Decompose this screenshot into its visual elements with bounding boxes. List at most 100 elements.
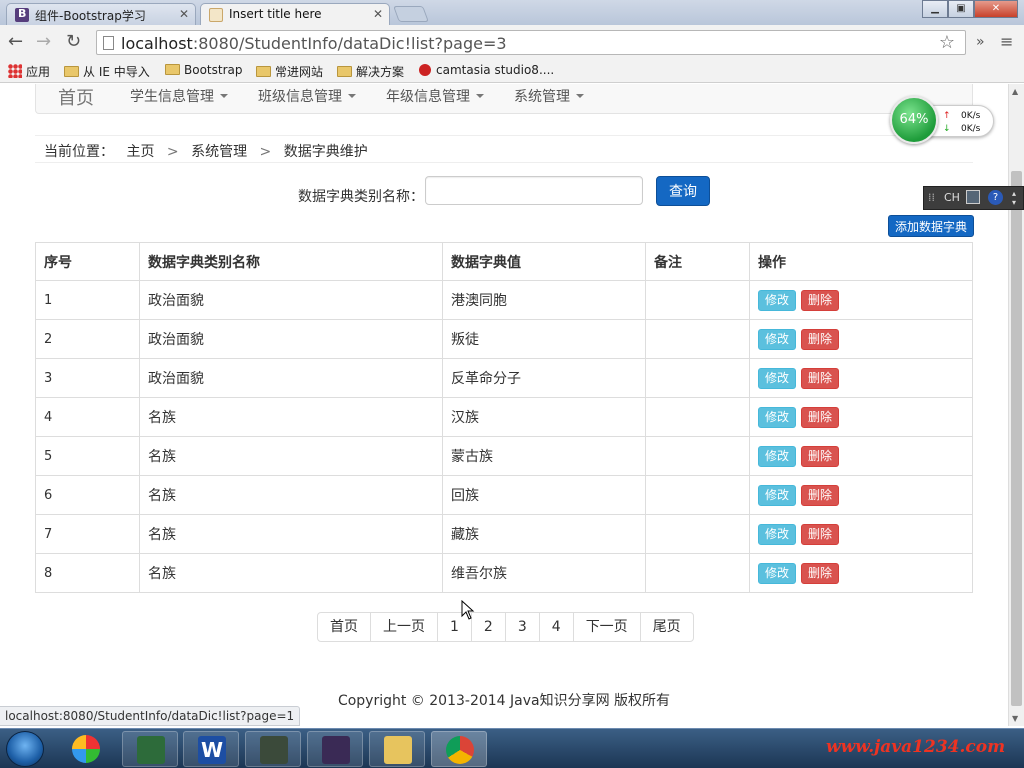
taskbar-item-chrome[interactable] [431,731,487,767]
page-2[interactable]: 2 [470,612,506,642]
url-text[interactable]: localhost:8080/StudentInfo/dataDic!list?… [121,34,507,53]
ime-options-icon[interactable]: ▴ ▾ [1012,189,1016,207]
tab-close-icon[interactable]: ✕ [373,7,383,21]
delete-button[interactable]: 删除 [801,484,839,506]
ime-toolbar: ⁞⁞ CH ? ▴ ▾ [923,186,1024,210]
search-input[interactable] [425,176,643,205]
breadcrumb-current: 数据字典维护 [283,144,368,160]
edit-button[interactable]: 修改 [758,367,796,389]
download-speed: 0K/s [961,124,981,134]
delete-button[interactable]: 删除 [801,445,839,467]
breadcrumb-home[interactable]: 主页 [126,144,154,160]
edit-button[interactable]: 修改 [758,289,796,311]
scroll-up-icon[interactable]: ▲ [1012,87,1018,96]
eclipse-ee-icon [322,736,350,764]
edit-button[interactable]: 修改 [758,406,796,428]
memory-percent-badge[interactable]: 64% [890,96,938,144]
scrollbar-thumb[interactable] [1011,171,1022,706]
nav-student-info[interactable]: 学生信息管理 [130,86,228,106]
help-icon[interactable]: ? [988,190,1003,205]
folder-icon [337,66,352,77]
search-button[interactable]: 查询 [656,176,710,206]
bookmark-star-icon[interactable]: ☆ [939,32,955,53]
delete-button[interactable]: 删除 [801,328,839,350]
edit-button[interactable]: 修改 [758,445,796,467]
new-tab-button[interactable] [393,6,429,22]
cell-remark [645,319,750,359]
taskbar-item-camtasia[interactable] [122,731,178,767]
upload-arrow-icon: ↑ [943,111,951,121]
tab-close-icon[interactable]: ✕ [179,7,189,21]
delete-button[interactable]: 删除 [801,523,839,545]
edit-button[interactable]: 修改 [758,562,796,584]
delete-button[interactable]: 删除 [801,562,839,584]
edit-button[interactable]: 修改 [758,484,796,506]
nav-grade-info[interactable]: 年级信息管理 [386,86,484,106]
table-row: 1 政治面貌 港澳同胞 修改 删除 [35,280,973,320]
menu-icon[interactable]: ≡ [1000,32,1013,51]
bookmark-bootstrap[interactable]: Bootstrap [165,63,242,77]
word-app-icon: W [198,736,226,764]
delete-button[interactable]: 删除 [801,406,839,428]
table-row: 8 名族 维吾尔族 修改 删除 [35,553,973,593]
maximize-icon[interactable]: ▣ [948,0,974,18]
nav-brand-home[interactable]: 首页 [58,84,94,110]
breadcrumb-system[interactable]: 系统管理 [191,144,247,160]
search-label: 数据字典类别名称： [298,189,424,205]
bookmark-solutions[interactable]: 解决方案 [337,63,404,80]
nav-class-info[interactable]: 班级信息管理 [258,86,356,106]
page-next[interactable]: 下一页 [572,612,641,642]
tab-insert-title[interactable]: Insert title here ✕ [200,3,390,25]
cell-no: 1 [35,280,140,320]
network-speed-widget[interactable]: ↑ 0K/s ↓ 0K/s 64% [888,96,998,144]
bookmark-ie-import[interactable]: 从 IE 中导入 [64,63,150,80]
watermark: www.java1234.com [826,737,1006,757]
address-bar[interactable]: localhost:8080/StudentInfo/dataDic!list?… [96,30,966,55]
nav-system-manage[interactable]: 系统管理 [514,86,584,106]
cell-type: 政治面貌 [139,319,443,359]
cell-no: 2 [35,319,140,359]
delete-button[interactable]: 删除 [801,289,839,311]
taskbar-item-recorder[interactable] [245,731,301,767]
page-prev[interactable]: 上一页 [370,612,438,642]
column-header: 序号 [35,242,140,281]
cell-remark [645,358,750,398]
page-3[interactable]: 3 [504,612,540,642]
caret-down-icon [476,94,484,98]
ime-language[interactable]: CH [944,191,960,204]
taskbar-item-explorer-pin[interactable] [58,731,114,767]
caret-down-icon [576,94,584,98]
edit-button[interactable]: 修改 [758,523,796,545]
scroll-down-icon[interactable]: ▼ [1012,714,1018,723]
add-dictionary-button[interactable]: 添加数据字典 [888,215,974,237]
back-arrow-icon[interactable]: ← [8,31,23,52]
cell-actions: 修改 删除 [749,475,973,515]
taskbar-item-eclipse[interactable] [307,731,363,767]
bookmark-apps[interactable]: 应用 [8,63,50,80]
keyboard-icon[interactable] [966,190,980,204]
cell-type: 名族 [139,514,443,554]
column-header: 数据字典类别名称 [139,242,443,281]
page-first[interactable]: 首页 [317,612,371,642]
page-scrollbar[interactable]: ▲ ▼ [1008,84,1024,726]
minimize-icon[interactable]: ▁ [922,0,948,18]
taskbar-item-word[interactable]: W [183,731,239,767]
tab-bootstrap[interactable]: B 组件-Bootstrap学习 ✕ [6,3,196,25]
edit-button[interactable]: 修改 [758,328,796,350]
window-close-icon[interactable]: ✕ [974,0,1018,18]
start-button-icon[interactable] [6,731,44,767]
page-favicon-icon [209,8,223,22]
more-bookmarks-icon[interactable]: » [976,34,985,50]
reload-icon[interactable]: ↻ [66,31,81,52]
cell-value: 蒙古族 [442,436,646,476]
bookmark-camtasia[interactable]: camtasia studio8.... [419,63,554,77]
bookmark-changjin[interactable]: 常进网站 [256,63,323,80]
camtasia-app-icon [137,736,165,764]
top-nav-menu: 首页 学生信息管理 班级信息管理 年级信息管理 系统管理 [35,84,973,114]
forward-arrow-icon[interactable]: → [36,31,51,52]
page-4[interactable]: 4 [538,612,574,642]
page-last[interactable]: 尾页 [639,612,694,642]
taskbar-item-folder[interactable] [369,731,425,767]
delete-button[interactable]: 删除 [801,367,839,389]
window-controls: ▁ ▣ ✕ [922,0,1018,18]
